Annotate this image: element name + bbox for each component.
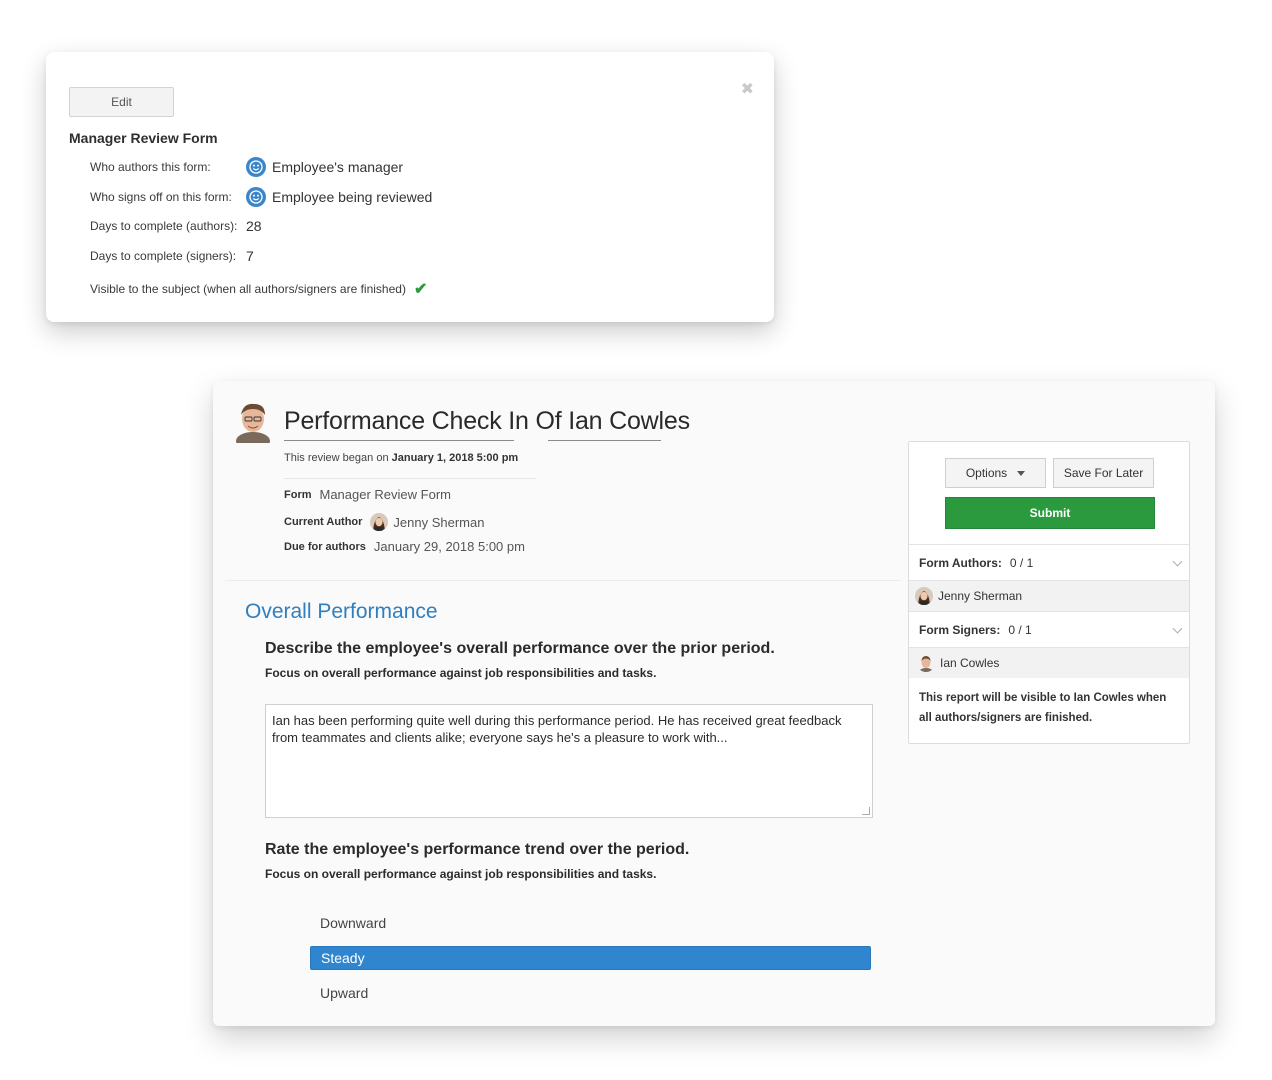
form-authors-label: Form Authors: bbox=[919, 555, 1002, 570]
avatar bbox=[370, 513, 389, 531]
form-signers-count: 0 / 1 bbox=[1008, 622, 1032, 637]
title-underline bbox=[284, 440, 514, 441]
avatar bbox=[233, 401, 273, 450]
page-title: Performance Check In Of Ian Cowles bbox=[284, 407, 690, 435]
chevron-down-icon bbox=[1172, 556, 1183, 567]
author-days-value: 28 bbox=[246, 218, 262, 234]
visibility-note: This report will be visible to Ian Cowle… bbox=[919, 692, 1167, 724]
review-start: This review began on January 1, 2018 5:0… bbox=[284, 452, 519, 464]
avatar bbox=[915, 587, 933, 605]
author-list-item: Jenny Sherman bbox=[909, 580, 1189, 611]
face-icon bbox=[246, 157, 266, 177]
author-name: Jenny Sherman bbox=[938, 589, 1023, 603]
current-author-label: Current Author bbox=[284, 516, 363, 528]
signer-name: Ian Cowles bbox=[940, 656, 1000, 670]
due-meta: Due for authors January 29, 2018 5:00 pm bbox=[284, 539, 525, 554]
answer-text: Ian has been performing quite well durin… bbox=[272, 713, 842, 745]
authors-value: Employee's manager bbox=[272, 159, 404, 175]
avatar bbox=[917, 654, 935, 672]
form-authors-count: 0 / 1 bbox=[1009, 555, 1034, 570]
performance-review-card: Performance Check In Of Ian Cowles This … bbox=[213, 381, 1215, 1026]
rating-option-downward[interactable]: Downward bbox=[310, 911, 871, 935]
signer-days-label: Days to complete (signers): bbox=[90, 249, 237, 263]
edit-button[interactable]: Edit bbox=[69, 87, 174, 117]
signers-label: Who signs off on this form: bbox=[90, 190, 232, 204]
form-signers-label: Form Signers: bbox=[919, 622, 1001, 637]
signers-value: Employee being reviewed bbox=[272, 189, 433, 205]
signer-list-item: Ian Cowles bbox=[909, 647, 1189, 678]
question-subtitle: Focus on overall performance against job… bbox=[265, 666, 657, 680]
due-label: Due for authors bbox=[284, 540, 366, 553]
title-underline bbox=[548, 440, 661, 441]
author-meta: Current Author Jenny Sherman bbox=[284, 513, 484, 531]
resize-handle-icon[interactable] bbox=[862, 807, 870, 815]
section-title: Overall Performance bbox=[245, 600, 438, 623]
review-start-date: January 1, 2018 5:00 pm bbox=[391, 452, 519, 464]
options-button[interactable]: Options bbox=[945, 458, 1046, 488]
question-title: Rate the employee's performance trend ov… bbox=[265, 841, 690, 858]
signer-days-row: Days to complete (signers): 7 bbox=[90, 248, 254, 264]
form-signers-header[interactable]: Form Signers: 0 / 1 bbox=[909, 611, 1189, 647]
rating-option-upward[interactable]: Upward bbox=[310, 981, 871, 1005]
close-icon[interactable]: ✖ bbox=[741, 82, 754, 98]
caret-down-icon bbox=[1017, 470, 1026, 476]
question-title: Describe the employee's overall performa… bbox=[265, 640, 775, 657]
visibility-label: Visible to the subject (when all authors… bbox=[90, 282, 406, 296]
signer-days-value: 7 bbox=[246, 248, 254, 264]
form-settings-card: Edit ✖ Manager Review Form Who authors t… bbox=[46, 52, 774, 322]
review-sidebar: Options Save For Later Submit Form Autho… bbox=[908, 441, 1190, 744]
author-days-row: Days to complete (authors): 28 bbox=[90, 218, 262, 234]
answer-textarea[interactable]: Ian has been performing quite well durin… bbox=[265, 704, 873, 818]
current-author-value: Jenny Sherman bbox=[393, 514, 485, 530]
check-icon: ✔ bbox=[413, 281, 428, 298]
author-days-label: Days to complete (authors): bbox=[90, 219, 238, 233]
save-for-later-button[interactable]: Save For Later bbox=[1053, 458, 1154, 488]
divider bbox=[225, 580, 901, 581]
options-label: Options bbox=[965, 466, 1008, 480]
face-icon bbox=[246, 187, 266, 207]
submit-button[interactable]: Submit bbox=[945, 497, 1155, 529]
form-settings-title: Manager Review Form bbox=[69, 130, 218, 146]
signers-row: Who signs off on this form: Employee bei… bbox=[90, 187, 432, 207]
divider bbox=[284, 478, 536, 479]
form-meta: Form Manager Review Form bbox=[284, 487, 451, 502]
visibility-row: Visible to the subject (when all authors… bbox=[90, 279, 427, 299]
rating-option-steady[interactable]: Steady bbox=[310, 946, 871, 970]
authors-label: Who authors this form: bbox=[90, 160, 211, 174]
authors-row: Who authors this form: Employee's manage… bbox=[90, 157, 403, 177]
due-value: January 29, 2018 5:00 pm bbox=[373, 539, 525, 554]
form-authors-header[interactable]: Form Authors: 0 / 1 bbox=[909, 544, 1189, 580]
form-value: Manager Review Form bbox=[319, 487, 452, 502]
question-subtitle: Focus on overall performance against job… bbox=[265, 867, 657, 881]
form-label: Form bbox=[284, 488, 312, 501]
chevron-down-icon bbox=[1172, 623, 1183, 634]
